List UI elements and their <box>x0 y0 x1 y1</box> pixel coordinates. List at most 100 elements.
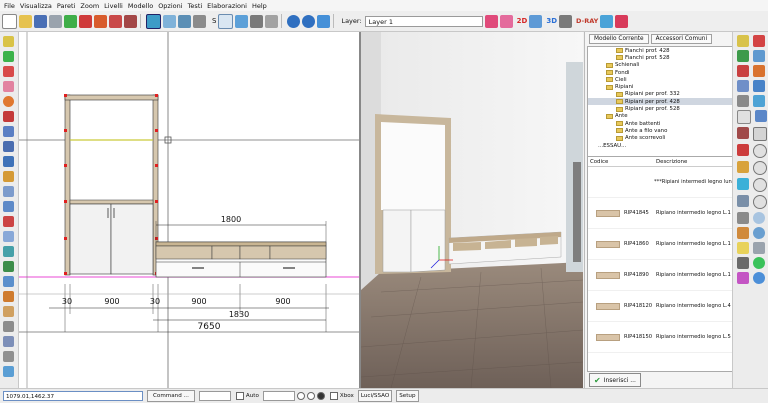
list-icon[interactable] <box>3 276 14 287</box>
tree-item[interactable]: Ante scorrevoli <box>588 135 732 142</box>
tree-item[interactable]: Schienali <box>588 62 732 69</box>
perpendicular-icon[interactable] <box>3 156 14 167</box>
menu-visualizza[interactable]: Visualizza <box>20 2 52 10</box>
whatsapp-icon[interactable] <box>753 257 765 269</box>
grid-icon[interactable] <box>3 231 14 242</box>
properties-icon[interactable] <box>3 306 14 317</box>
tree-item[interactable]: Ante a filo vano <box>588 127 732 134</box>
zoom-extent-icon[interactable] <box>753 178 767 192</box>
layer-select[interactable]: Layer 1 <box>364 15 483 27</box>
calculator-icon[interactable] <box>3 351 14 362</box>
snap-value[interactable]: S <box>212 17 216 25</box>
render-settings-icon[interactable] <box>559 14 573 28</box>
list-item[interactable]: RIP41890 Ripiano intermedio legno L.1 <box>588 260 732 291</box>
menu-opzioni[interactable]: Opzioni <box>158 2 182 10</box>
cut-icon[interactable] <box>737 65 749 77</box>
cube-icon[interactable] <box>753 65 765 77</box>
list-item[interactable]: RIP41860 Ripiano intermedio legno L.1 <box>588 229 732 260</box>
cube-top-icon[interactable] <box>109 14 122 28</box>
camera-icon[interactable] <box>737 257 749 269</box>
mode-2d-button[interactable]: 2D <box>517 17 528 25</box>
rotate-icon[interactable] <box>265 14 279 28</box>
tab-accessori-comuni[interactable]: Accessori Comuni <box>650 33 713 44</box>
tools-icon[interactable] <box>737 195 749 207</box>
rotate-left-icon[interactable] <box>3 111 14 122</box>
tree-item[interactable]: Fianchi prof. 528 <box>588 54 732 61</box>
column-description[interactable]: Descrizione <box>656 159 687 165</box>
tree-item[interactable]: Fianchi prof. 428 <box>588 47 732 54</box>
list-item[interactable]: RIP418150 Ripiano intermedio legno L.5 <box>588 322 732 353</box>
pencil-icon[interactable] <box>737 35 749 47</box>
command-field[interactable] <box>198 391 231 401</box>
text-a-icon[interactable] <box>600 14 614 28</box>
tree-item[interactable]: ...ESSAU... <box>588 142 732 149</box>
tree-item[interactable]: Ripiani <box>588 83 732 90</box>
move-icon[interactable] <box>250 14 264 28</box>
menu-testi[interactable]: Testi <box>188 2 203 10</box>
tree-item[interactable]: Ante <box>588 113 732 120</box>
menu-elaborazioni[interactable]: Elaborazioni <box>207 2 247 10</box>
view-cube-icon[interactable] <box>146 13 161 29</box>
dimension-icon[interactable] <box>3 186 14 197</box>
cube-side-icon[interactable] <box>94 14 107 28</box>
pencil-icon[interactable] <box>3 36 14 47</box>
view-plan-icon[interactable] <box>163 14 176 28</box>
catalog-icon[interactable] <box>615 14 629 28</box>
arc-icon[interactable] <box>3 216 14 227</box>
menu-livelli[interactable]: Livelli <box>104 2 123 10</box>
chart-icon[interactable] <box>3 366 14 377</box>
table-icon[interactable] <box>3 261 14 272</box>
list-icon[interactable] <box>755 110 767 122</box>
measure-icon[interactable] <box>3 171 14 182</box>
list-item[interactable]: ***Ripiani intermedi legno lun <box>588 167 732 198</box>
shape-icon[interactable] <box>737 127 749 139</box>
insert-button[interactable]: ✔ Inserisci ... <box>589 373 641 387</box>
mirror-icon[interactable] <box>3 336 14 347</box>
zoom-in-icon[interactable] <box>753 144 767 158</box>
menu-zoom[interactable]: Zoom <box>80 2 99 10</box>
radio-option-1[interactable] <box>296 392 305 400</box>
layers-icon[interactable] <box>3 246 14 257</box>
light-icon[interactable] <box>737 242 749 254</box>
export-icon[interactable] <box>737 227 749 239</box>
module-add-icon[interactable] <box>753 35 765 47</box>
settings-icon[interactable] <box>737 95 749 107</box>
view-perspective-icon[interactable] <box>193 14 206 28</box>
xbox-checkbox[interactable] <box>329 392 338 400</box>
radio-option-2[interactable] <box>306 392 315 400</box>
menu-file[interactable]: File <box>4 2 15 10</box>
layout-icon[interactable] <box>737 80 749 92</box>
copy-icon[interactable] <box>3 321 14 332</box>
auto-checkbox[interactable] <box>235 392 244 400</box>
zoom-window-icon[interactable] <box>753 195 767 209</box>
globe-icon[interactable] <box>753 227 765 239</box>
tree-item[interactable]: Cieli <box>588 76 732 83</box>
list-item[interactable]: RIP418120 Ripiano intermedio legno L.4 <box>588 291 732 322</box>
doc-icon[interactable] <box>737 110 751 124</box>
text-icon[interactable] <box>3 201 14 212</box>
tree-item[interactable]: Fondi <box>588 69 732 76</box>
zoom-window-icon[interactable] <box>218 13 234 29</box>
view-elevation-icon[interactable] <box>178 14 191 28</box>
wrench-icon[interactable] <box>737 212 749 224</box>
undo-icon[interactable] <box>287 14 301 28</box>
tree-item[interactable]: Ripiani per prof. 332 <box>588 91 732 98</box>
view-icon[interactable] <box>753 80 765 92</box>
help-icon[interactable] <box>753 272 765 284</box>
layer-settings-icon[interactable] <box>484 14 498 28</box>
view-2d-canvas[interactable]: 1800 30 900 30 900 900 1830 7650 <box>19 32 361 388</box>
align-icon[interactable] <box>3 126 14 137</box>
menu-pareti[interactable]: Pareti <box>57 2 76 10</box>
save-icon[interactable] <box>34 14 47 28</box>
sphere-icon[interactable] <box>753 212 765 224</box>
auto-value-field[interactable] <box>262 391 295 401</box>
view-3d-render[interactable] <box>361 32 583 388</box>
view-3d-cube-icon[interactable] <box>529 14 543 28</box>
circle-icon[interactable] <box>3 96 14 107</box>
material-icon[interactable] <box>737 161 749 173</box>
layer-color-icon[interactable] <box>499 14 513 28</box>
setup-button[interactable]: Setup <box>396 390 419 402</box>
color-icon[interactable] <box>737 178 749 190</box>
menu-modello[interactable]: Modello <box>128 2 153 10</box>
print-icon[interactable] <box>49 14 62 28</box>
